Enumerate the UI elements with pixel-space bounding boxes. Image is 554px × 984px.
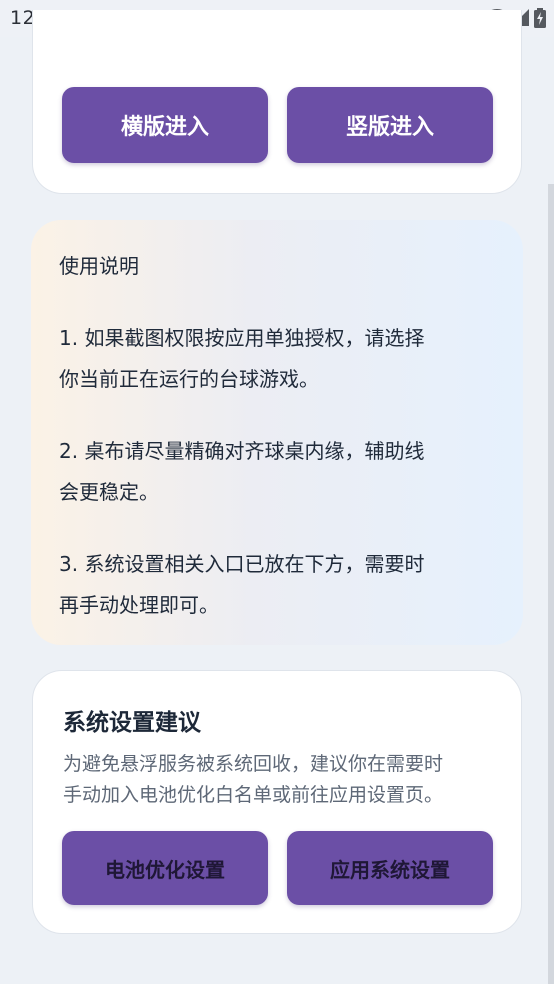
instruction-2-line-1: 2. 桌布请尽量精确对齐球桌内缘，辅助线 <box>59 439 425 463</box>
app-system-settings-button[interactable]: 应用系统设置 <box>287 831 493 905</box>
instruction-3-line-1: 3. 系统设置相关入口已放在下方，需要时 <box>59 552 425 576</box>
entry-card: 横版进入 竖版进入 <box>32 10 522 194</box>
portrait-enter-button[interactable]: 竖版进入 <box>287 87 493 163</box>
instruction-2-line-2: 会更稳定。 <box>59 480 159 504</box>
battery-charging-icon <box>534 8 546 28</box>
description-line-1: 为避免悬浮服务被系统回收，建议你在需要时 <box>63 753 444 775</box>
instructions-title: 使用说明 <box>59 254 139 278</box>
description-line-2: 手动加入电池优化白名单或前往应用设置页。 <box>63 784 444 806</box>
scrollbar[interactable] <box>548 184 554 984</box>
instruction-1-line-2: 你当前正在运行的台球游戏。 <box>59 367 319 391</box>
system-settings-description: 为避免悬浮服务被系统回收，建议你在需要时 手动加入电池优化白名单或前往应用设置页… <box>63 749 503 811</box>
battery-optimization-button[interactable]: 电池优化设置 <box>62 831 268 905</box>
system-settings-title: 系统设置建议 <box>63 710 201 736</box>
instruction-1-line-1: 1. 如果截图权限按应用单独授权，请选择 <box>59 326 425 350</box>
system-settings-card: 系统设置建议 为避免悬浮服务被系统回收，建议你在需要时 手动加入电池优化白名单或… <box>32 670 522 934</box>
instructions-panel: 使用说明 1. 如果截图权限按应用单独授权，请选择 你当前正在运行的台球游戏。 … <box>31 220 523 645</box>
landscape-enter-button[interactable]: 横版进入 <box>62 87 268 163</box>
instruction-3-line-2: 再手动处理即可。 <box>59 593 219 617</box>
